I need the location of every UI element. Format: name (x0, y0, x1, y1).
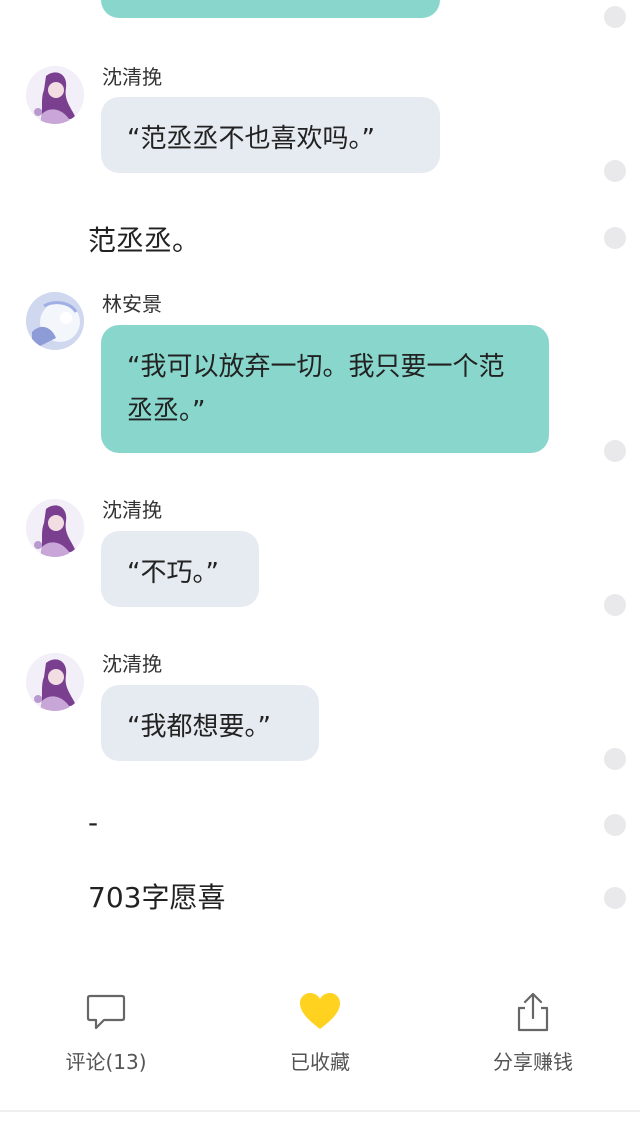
chat-bubble: “我都想要。” (101, 685, 319, 761)
favorite-button[interactable]: 已收藏 (220, 990, 420, 1075)
chat-bubble: “我可以放弃一切。我只要一个范丞丞。” (101, 325, 549, 453)
paragraph-comment-dot[interactable] (604, 594, 626, 616)
paragraph-comment-dot[interactable] (604, 887, 626, 909)
comment-button[interactable]: 评论(13) (6, 990, 206, 1075)
avatar-shen-qingwan[interactable] (26, 499, 84, 557)
paragraph-comment-dot[interactable] (604, 6, 626, 28)
avatar-shen-qingwan[interactable] (26, 66, 84, 124)
avatar-lin-anjing[interactable] (26, 292, 84, 350)
comment-label: 评论(13) (65, 1050, 147, 1074)
speaker-name: 林安景 (102, 292, 162, 316)
paragraph-comment-dot[interactable] (604, 814, 626, 836)
separator-text: - (88, 806, 99, 839)
speaker-name: 沈清挽 (102, 652, 162, 676)
favorite-label: 已收藏 (290, 1050, 350, 1074)
paragraph-comment-dot[interactable] (604, 160, 626, 182)
paragraph-comment-dot[interactable] (604, 227, 626, 249)
paragraph-comment-dot[interactable] (604, 748, 626, 770)
heart-icon (298, 990, 342, 1034)
share-icon (511, 990, 555, 1034)
bottom-divider (0, 1110, 640, 1112)
story-screen: 沈清挽 “范丞丞不也喜欢吗。” 范丞丞。 林安景 “我可以放弃一切。我只要一个范… (0, 0, 640, 1138)
narration-text: 范丞丞。 (88, 224, 201, 257)
narration-text: 703字愿喜 (88, 881, 226, 914)
share-button[interactable]: 分享赚钱 (433, 990, 633, 1075)
paragraph-comment-dot[interactable] (604, 440, 626, 462)
share-label: 分享赚钱 (493, 1050, 573, 1074)
chat-bubble-partial (101, 0, 440, 18)
comment-icon (84, 990, 128, 1034)
speaker-name: 沈清挽 (102, 65, 162, 89)
chat-bubble: “不巧。” (101, 531, 259, 607)
speaker-name: 沈清挽 (102, 498, 162, 522)
avatar-shen-qingwan[interactable] (26, 653, 84, 711)
chat-bubble: “范丞丞不也喜欢吗。” (101, 97, 440, 173)
